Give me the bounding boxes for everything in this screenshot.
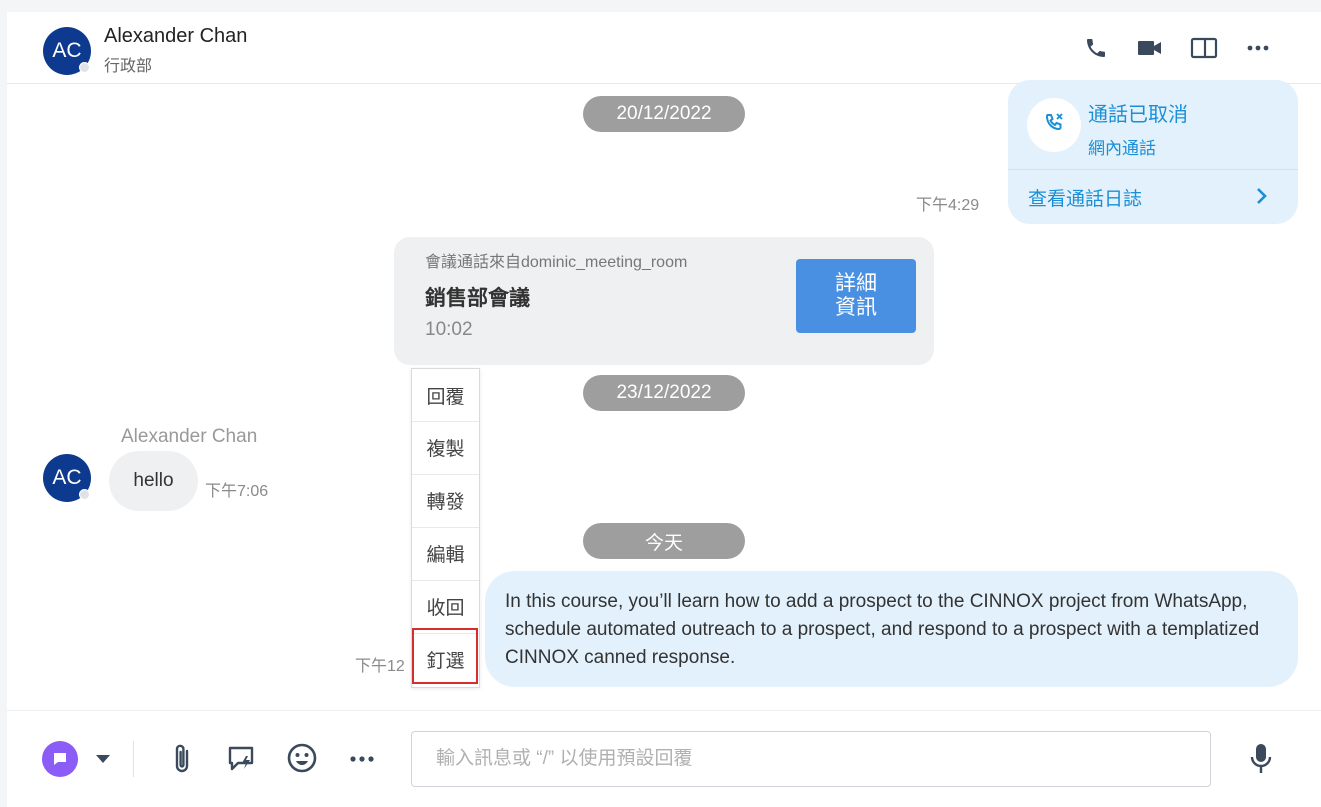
call-type: 網內通話 [1088, 139, 1156, 158]
message-input[interactable] [411, 731, 1211, 787]
call-status-title: 通話已取消 [1088, 104, 1188, 126]
details-label-line2: 資訊 [835, 296, 877, 319]
avatar-initials: AC [52, 39, 82, 62]
message-text: In this course, you’ll learn how to add … [505, 591, 1260, 668]
presence-dot [79, 62, 90, 73]
side-panel-icon[interactable] [1189, 33, 1219, 63]
call-cancelled-card: 通話已取消 網內通話 查看通話日誌 [1008, 80, 1298, 224]
call-circle [1027, 98, 1081, 152]
mic-icon[interactable] [1247, 741, 1275, 777]
meeting-source: 會議通話來自dominic_meeting_room [425, 254, 688, 271]
outgoing-message-bubble[interactable]: In this course, you’ll learn how to add … [485, 571, 1298, 687]
menu-item-pin[interactable]: 釘選 [412, 633, 479, 685]
menu-item-copy[interactable]: 複製 [412, 421, 479, 473]
missed-call-icon [1042, 111, 1066, 140]
more-icon[interactable] [1243, 33, 1273, 63]
attach-icon[interactable] [167, 742, 197, 776]
emoji-icon[interactable] [285, 741, 319, 775]
presence-dot [79, 489, 90, 500]
date-separator: 20/12/2022 [583, 96, 745, 132]
sender-avatar[interactable]: AC [43, 454, 91, 502]
message-time: 下午12 [355, 658, 405, 675]
dropdown-icon[interactable] [91, 747, 115, 771]
menu-item-edit[interactable]: 編輯 [412, 527, 479, 579]
contact-avatar[interactable]: AC [43, 27, 91, 75]
date-separator: 23/12/2022 [583, 375, 745, 411]
quick-reply-icon[interactable] [225, 742, 259, 776]
avatar-initials: AC [52, 466, 82, 489]
meeting-title: 銷售部會議 [425, 287, 530, 310]
menu-item-reply[interactable]: 回覆 [412, 369, 479, 421]
message-time: 下午4:29 [916, 197, 980, 214]
message-context-menu: 回覆 複製 轉發 編輯 收回 釘選 [411, 368, 480, 688]
view-call-log-link[interactable]: 查看通話日誌 [1028, 184, 1142, 211]
message-time: 下午7:06 [205, 483, 269, 500]
meeting-duration: 10:02 [425, 319, 473, 340]
message-text: hello [133, 470, 174, 491]
date-separator: 今天 [583, 523, 745, 559]
details-label-line1: 詳細 [835, 272, 877, 295]
meeting-call-card: 會議通話來自dominic_meeting_room 銷售部會議 10:02 詳… [394, 237, 934, 365]
more-icon[interactable] [347, 745, 377, 773]
chat-header: AC Alexander Chan 行政部 [7, 12, 1321, 84]
contact-name[interactable]: Alexander Chan [104, 25, 247, 48]
contact-department: 行政部 [104, 58, 153, 75]
incoming-message-bubble[interactable]: hello [109, 451, 198, 511]
menu-item-recall[interactable]: 收回 [412, 580, 479, 632]
phone-icon[interactable] [1081, 33, 1111, 63]
details-button[interactable]: 詳細 資訊 [796, 259, 916, 333]
message-composer [7, 710, 1321, 807]
toolbar-divider [133, 741, 134, 777]
menu-item-forward[interactable]: 轉發 [412, 474, 479, 526]
chat-window: AC Alexander Chan 行政部 20/12/2022 通話已取消 網… [7, 12, 1321, 807]
video-icon[interactable] [1135, 33, 1165, 63]
sender-name: Alexander Chan [121, 426, 258, 447]
card-divider [1008, 169, 1298, 170]
channel-icon[interactable] [42, 741, 78, 777]
chevron-right-icon[interactable] [1255, 184, 1269, 213]
